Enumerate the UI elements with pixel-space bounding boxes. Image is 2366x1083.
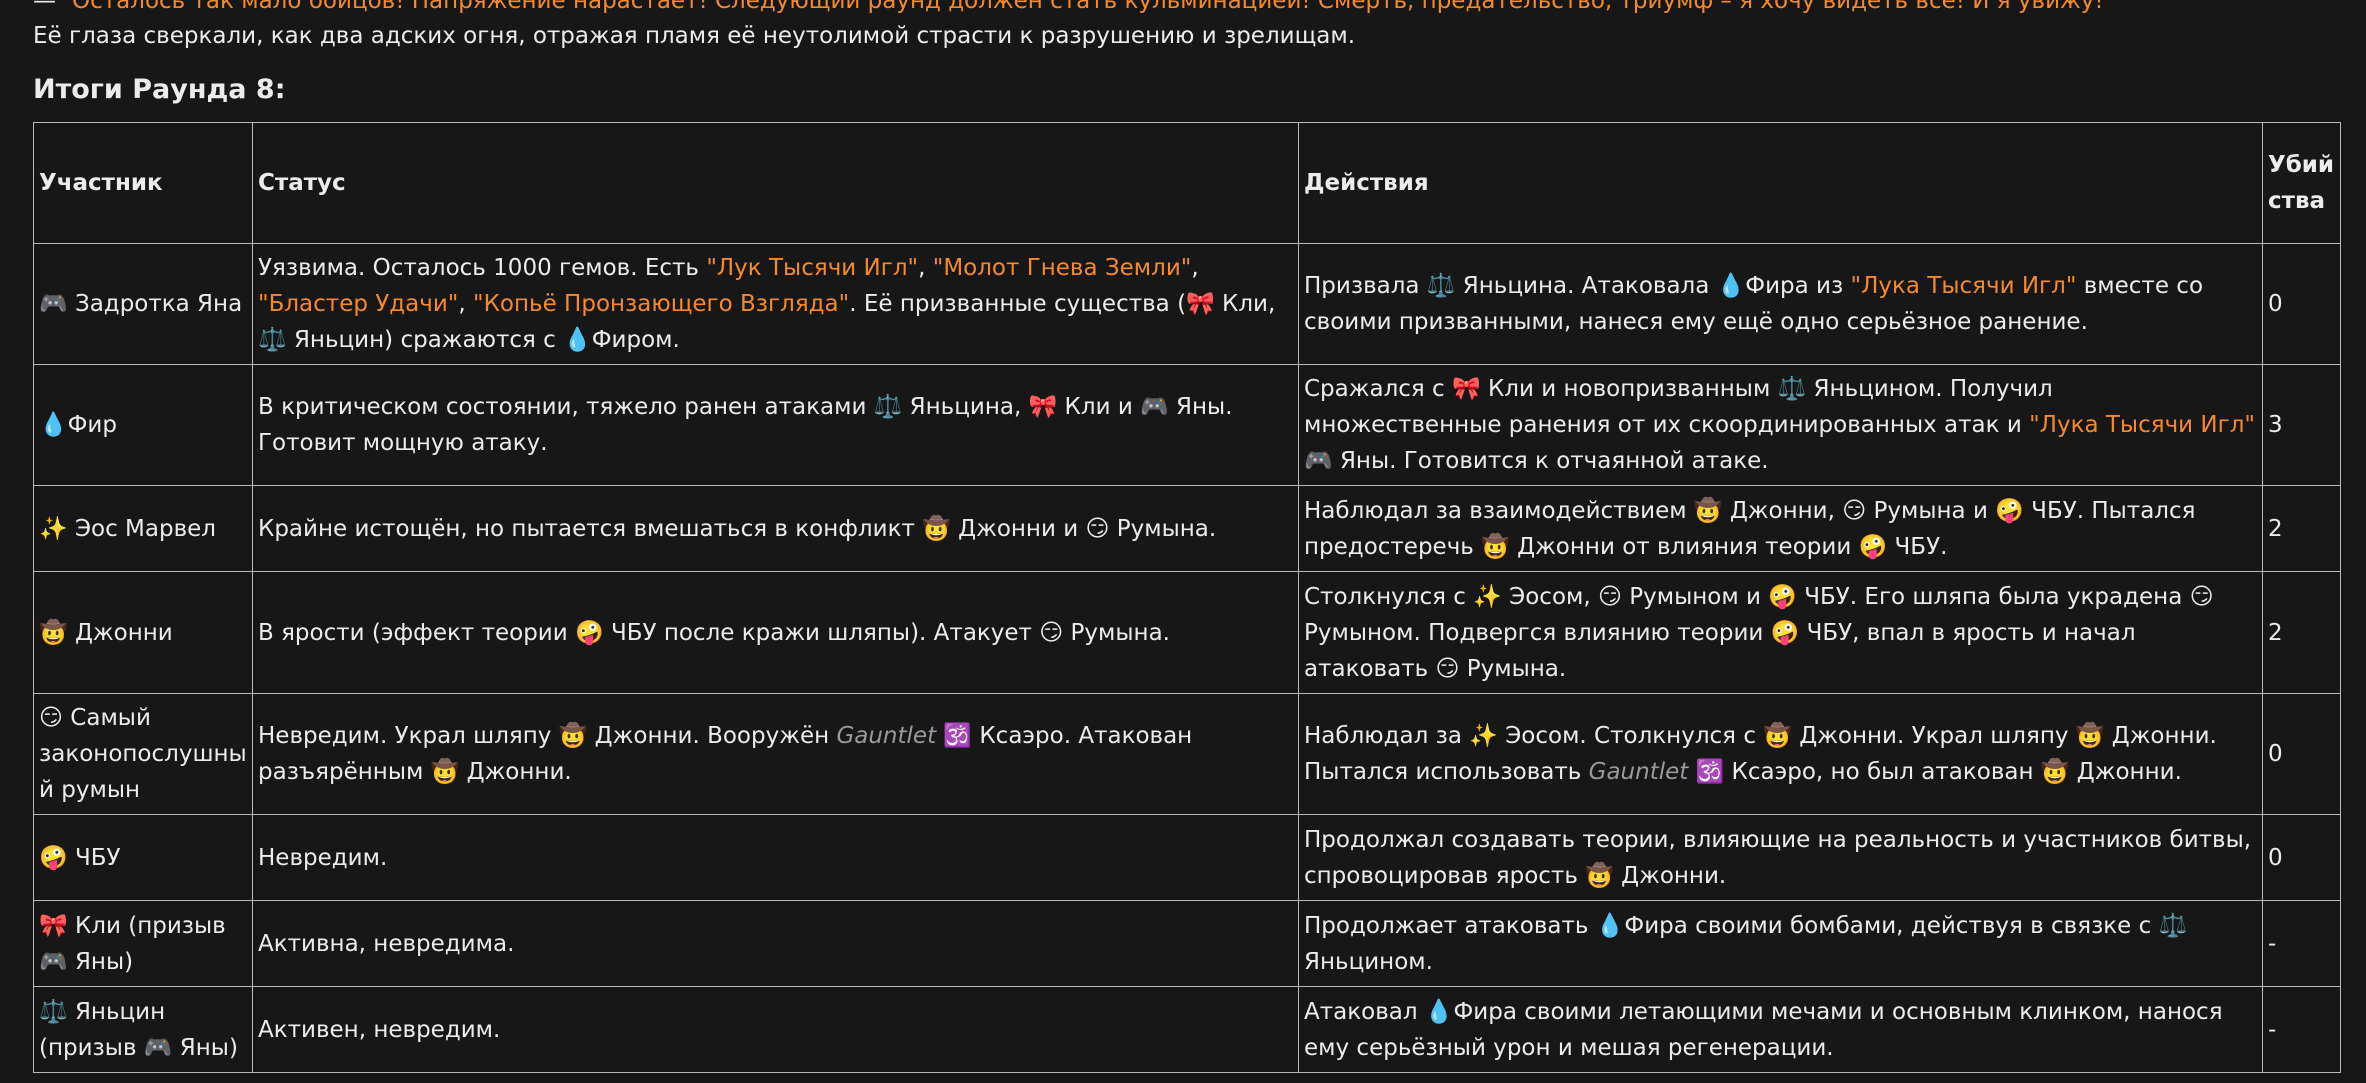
table-row: 😏 Самый законопослушный румын Невредим. …: [33, 693, 2341, 815]
header-actions: Действия: [1298, 122, 2263, 244]
actions-cell: Сражался с 🎀 Кли и новопризванным ⚖️ Янь…: [1298, 364, 2263, 486]
weapon-name: "Молот Гнева Земли": [932, 255, 1192, 281]
participant-cell: 😏 Самый законопослушный румын: [33, 693, 253, 815]
actions-cell: Продолжал создавать теории, влияющие на …: [1298, 814, 2263, 901]
participant-cell: 🤪 ЧБУ: [33, 814, 253, 901]
kills-cell: 0: [2262, 693, 2341, 815]
participant-cell: 🎮 Задротка Яна: [33, 243, 253, 365]
kills-cell: 2: [2262, 485, 2341, 572]
actions-cell: Наблюдал за взаимодействием 🤠 Джонни, 😏 …: [1298, 485, 2263, 572]
actions-text: Призвала ⚖️ Яньцина. Атаковала 💧Фира из: [1304, 273, 1851, 299]
actions-cell: Наблюдал за ✨ Эосом. Столкнулся с 🤠 Джон…: [1298, 693, 2263, 815]
table-header-row: Участник Статус Действия Убийства: [33, 122, 2341, 244]
status-cell: Невредим. Украл шляпу 🤠 Джонни. Вооружён…: [252, 693, 1299, 815]
participant-cell: ✨ Эос Марвел: [33, 485, 253, 572]
weapon-name: "Лука Тысячи Игл": [2029, 412, 2255, 438]
kills-cell: 0: [2262, 814, 2341, 901]
kills-cell: -: [2262, 900, 2341, 987]
actions-text: 🕉️ Ксаэро, но был атакован 🤠 Джонни.: [1688, 759, 2182, 785]
participant-cell: 🎀 Кли (призыв 🎮 Яны): [33, 900, 253, 987]
status-text: Невредим. Украл шляпу 🤠 Джонни. Вооружён: [258, 723, 837, 749]
status-cell: Активен, невредим.: [252, 986, 1299, 1073]
results-table: Участник Статус Действия Убийства 🎮 Задр…: [33, 122, 2341, 1073]
table-row: 🤪 ЧБУ Невредим. Продолжал создавать теор…: [33, 814, 2341, 901]
kills-cell: 0: [2262, 243, 2341, 365]
table-row: 🎀 Кли (призыв 🎮 Яны) Активна, невредима.…: [33, 900, 2341, 987]
table-row: 💧Фир В критическом состоянии, тяжело ран…: [33, 364, 2341, 486]
kills-cell: -: [2262, 986, 2341, 1073]
intro-dash: —: [33, 0, 56, 14]
actions-cell: Столкнулся с ✨ Эосом, 😏 Румыном и 🤪 ЧБУ.…: [1298, 571, 2263, 694]
weapon-name: "Бластер Удачи": [258, 291, 459, 317]
gauntlet-text: Gauntlet: [1588, 759, 1689, 785]
header-status: Статус: [252, 122, 1299, 244]
actions-cell: Призвала ⚖️ Яньцина. Атаковала 💧Фира из …: [1298, 243, 2263, 365]
table-row: 🎮 Задротка Яна Уязвима. Осталось 1000 ге…: [33, 243, 2341, 365]
status-cell: Уязвима. Осталось 1000 гемов. Есть "Лук …: [252, 243, 1299, 365]
header-participant: Участник: [33, 122, 253, 244]
weapon-name: "Копьё Пронзающего Взгляда": [473, 291, 850, 317]
weapon-name: "Лук Тысячи Игл": [706, 255, 919, 281]
separator: ,: [918, 255, 933, 281]
kills-cell: 2: [2262, 571, 2341, 694]
intro-line-1: — Осталось так мало бойцов! Напряжение на…: [33, 0, 2104, 16]
participant-cell: 💧Фир: [33, 364, 253, 486]
table-row: ⚖️ Яньцин (призыв 🎮 Яны) Активен, невред…: [33, 986, 2341, 1073]
intro-line-1-text: Осталось так мало бойцов! Напряжение нар…: [72, 0, 2104, 14]
actions-text: 🎮 Яны. Готовится к отчаянной атаке.: [1304, 448, 1769, 474]
status-cell: Крайне истощён, но пытается вмешаться в …: [252, 485, 1299, 572]
gauntlet-text: Gauntlet: [836, 723, 937, 749]
actions-cell: Атаковал 💧Фира своими летающими мечами и…: [1298, 986, 2263, 1073]
actions-cell: Продолжает атаковать 💧Фира своими бомбам…: [1298, 900, 2263, 987]
participant-cell: 🤠 Джонни: [33, 571, 253, 694]
kills-cell: 3: [2262, 364, 2341, 486]
weapon-name: "Лука Тысячи Игл": [1850, 273, 2077, 299]
header-kills: Убийства: [2262, 122, 2341, 244]
separator: ,: [458, 291, 474, 317]
status-cell: Активна, невредима.: [252, 900, 1299, 987]
section-heading: Итоги Раунда 8:: [33, 74, 286, 105]
status-cell: В ярости (эффект теории 🤪 ЧБУ после краж…: [252, 571, 1299, 694]
status-cell: Невредим.: [252, 814, 1299, 901]
status-text: Уязвима. Осталось 1000 гемов. Есть: [258, 255, 707, 281]
table-row: ✨ Эос Марвел Крайне истощён, но пытается…: [33, 485, 2341, 572]
separator: ,: [1191, 255, 1199, 281]
intro-line-2: Её глаза сверкали, как два адских огня, …: [33, 23, 1356, 49]
participant-cell: ⚖️ Яньцин (призыв 🎮 Яны): [33, 986, 253, 1073]
table-row: 🤠 Джонни В ярости (эффект теории 🤪 ЧБУ п…: [33, 571, 2341, 694]
status-cell: В критическом состоянии, тяжело ранен ат…: [252, 364, 1299, 486]
actions-text: Сражался с 🎀 Кли и новопризванным ⚖️ Янь…: [1304, 376, 2053, 438]
